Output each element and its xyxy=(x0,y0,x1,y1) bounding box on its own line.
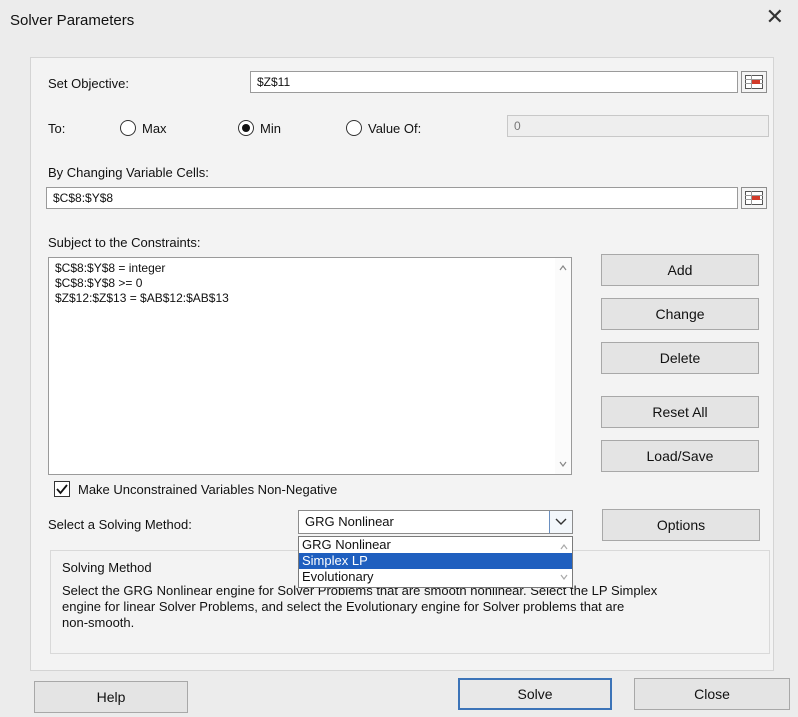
scroll-up-icon[interactable] xyxy=(560,543,568,551)
close-button[interactable]: Close xyxy=(634,678,790,710)
scroll-up-icon[interactable] xyxy=(559,264,567,272)
add-button-label: Add xyxy=(667,262,693,278)
constraints-label: Subject to the Constraints: xyxy=(48,235,201,250)
scroll-down-icon[interactable] xyxy=(559,460,567,468)
dropdown-option-simplex[interactable]: Simplex LP xyxy=(299,553,572,569)
dropdown-option-evolutionary[interactable]: Evolutionary xyxy=(299,569,572,585)
reset-all-button-label: Reset All xyxy=(652,404,708,420)
close-icon[interactable]: ✕ xyxy=(766,4,784,30)
radio-min-circle[interactable] xyxy=(238,120,254,136)
solving-method-description: Select the GRG Nonlinear engine for Solv… xyxy=(62,583,762,631)
collapse-dialog-cells-button[interactable] xyxy=(741,187,767,209)
help-button-label: Help xyxy=(96,689,126,705)
range-select-icon xyxy=(745,75,763,89)
set-objective-input[interactable]: $Z$11 xyxy=(250,71,738,93)
delete-button[interactable]: Delete xyxy=(601,342,759,374)
changing-cells-input[interactable]: $C$8:$Y$8 xyxy=(46,187,738,209)
solving-method-dropdown-list[interactable]: GRG Nonlinear Simplex LP Evolutionary xyxy=(298,536,573,588)
delete-button-label: Delete xyxy=(659,350,701,366)
collapse-dialog-objective-button[interactable] xyxy=(741,71,767,93)
check-icon xyxy=(56,484,68,495)
change-button-label: Change xyxy=(655,306,705,322)
radio-max-label: Max xyxy=(142,120,167,136)
load-save-button[interactable]: Load/Save xyxy=(601,440,759,472)
solving-method-select[interactable]: GRG Nonlinear xyxy=(298,510,573,534)
dialog-title: Solver Parameters xyxy=(10,12,135,29)
help-button[interactable]: Help xyxy=(34,681,188,713)
constraints-list[interactable]: $C$8:$Y$8 = integer $C$8:$Y$8 >= 0 $Z$12… xyxy=(48,257,572,475)
options-button[interactable]: Options xyxy=(602,509,760,541)
radio-min-label: Min xyxy=(260,120,281,136)
reset-all-button[interactable]: Reset All xyxy=(601,396,759,428)
list-item[interactable]: $Z$12:$Z$13 = $AB$12:$AB$13 xyxy=(55,291,565,306)
solve-button[interactable]: Solve xyxy=(458,678,612,710)
nonneg-checkbox[interactable] xyxy=(54,481,70,497)
radio-min[interactable]: Min xyxy=(238,120,281,136)
value-of-input[interactable]: 0 xyxy=(507,115,769,137)
list-item[interactable]: $C$8:$Y$8 >= 0 xyxy=(55,276,565,291)
set-objective-label-text: Set Objective: xyxy=(48,76,129,91)
radio-value-of-circle[interactable] xyxy=(346,120,362,136)
close-button-label: Close xyxy=(694,686,730,702)
description-line-3: non-smooth. xyxy=(62,615,135,630)
to-label: To: xyxy=(48,121,66,136)
add-button[interactable]: Add xyxy=(601,254,759,286)
radio-max-circle[interactable] xyxy=(120,120,136,136)
solving-method-select-label: Select a Solving Method: xyxy=(48,517,192,532)
set-objective-label: Set Objective: xyxy=(48,76,129,91)
dropdown-button[interactable] xyxy=(549,511,572,533)
change-button[interactable]: Change xyxy=(601,298,759,330)
range-select-icon xyxy=(745,191,763,205)
solve-button-label: Solve xyxy=(517,686,553,702)
radio-max[interactable]: Max xyxy=(120,120,167,136)
description-line-2: engine for linear Solver Problems, and s… xyxy=(62,599,625,614)
scroll-down-icon[interactable] xyxy=(560,573,568,581)
radio-selected-dot xyxy=(242,124,250,132)
nonneg-option[interactable]: Make Unconstrained Variables Non-Negativ… xyxy=(54,481,337,497)
solving-method-title: Solving Method xyxy=(62,560,152,575)
solving-method-selected: GRG Nonlinear xyxy=(305,514,394,529)
constraints-scrollbar[interactable] xyxy=(555,258,571,474)
load-save-button-label: Load/Save xyxy=(646,448,714,464)
chevron-down-icon xyxy=(555,518,567,525)
radio-value-of[interactable]: Value Of: xyxy=(346,120,421,136)
changing-cells-label: By Changing Variable Cells: xyxy=(48,165,209,180)
options-button-label: Options xyxy=(656,517,706,533)
nonneg-label: Make Unconstrained Variables Non-Negativ… xyxy=(78,481,338,497)
dropdown-option-grg[interactable]: GRG Nonlinear xyxy=(299,537,572,553)
list-item[interactable]: $C$8:$Y$8 = integer xyxy=(55,261,565,276)
radio-value-of-label: Value Of: xyxy=(368,120,422,136)
